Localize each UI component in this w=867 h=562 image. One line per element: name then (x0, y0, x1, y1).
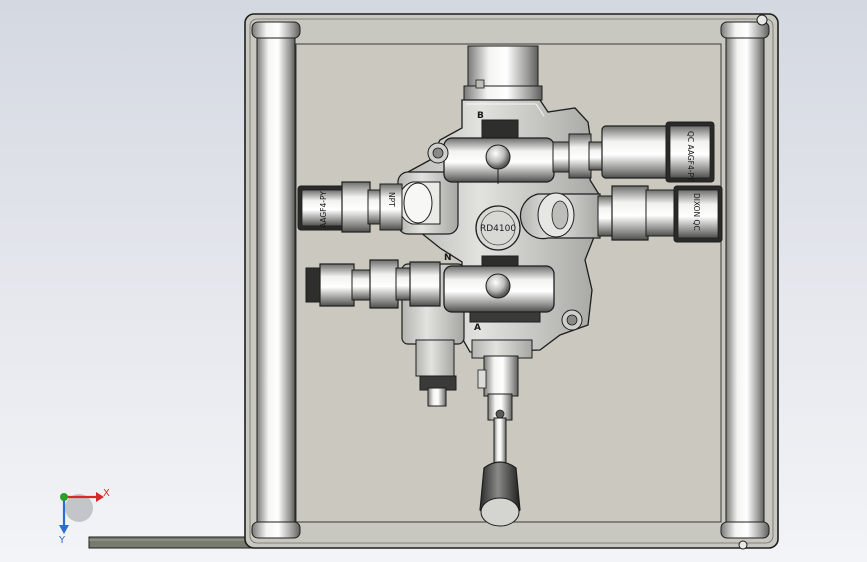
nipple-label: NPT (387, 192, 396, 207)
coupler-top-right-label: QC AAGF4-PY (686, 131, 695, 182)
cad-viewport[interactable]: RD4100 B A N QC AAGF4-PY DIXON QC AAGF4-… (0, 0, 867, 562)
right-frame-rod[interactable] (720, 21, 770, 539)
top-actuator-cylinder[interactable] (463, 45, 543, 101)
port-a-label: A (474, 323, 481, 333)
port-b-label: B (477, 111, 484, 121)
right-port-boss[interactable] (519, 192, 601, 240)
left-frame-rod[interactable] (251, 21, 301, 539)
x-axis-label: X (103, 488, 110, 499)
mid-right-coupler[interactable]: DIXON QC (597, 185, 723, 243)
left-lower-coupler[interactable] (305, 259, 441, 309)
port-n-label: N (444, 253, 452, 263)
valve-badge: RD4100 (475, 205, 521, 251)
y-axis-label: Y (58, 535, 66, 546)
lower-clamp-ring[interactable] (443, 255, 555, 323)
coupler-left-label: AAGF4-PY (319, 191, 328, 228)
valve-model-label: RD4100 (480, 224, 516, 234)
left-upper-coupler[interactable]: AAGF4-PY NPT (297, 181, 403, 233)
top-right-coupler[interactable]: QC AAGF4-PY (601, 121, 715, 183)
coupler-mid-right-label: DIXON QC (692, 193, 701, 231)
